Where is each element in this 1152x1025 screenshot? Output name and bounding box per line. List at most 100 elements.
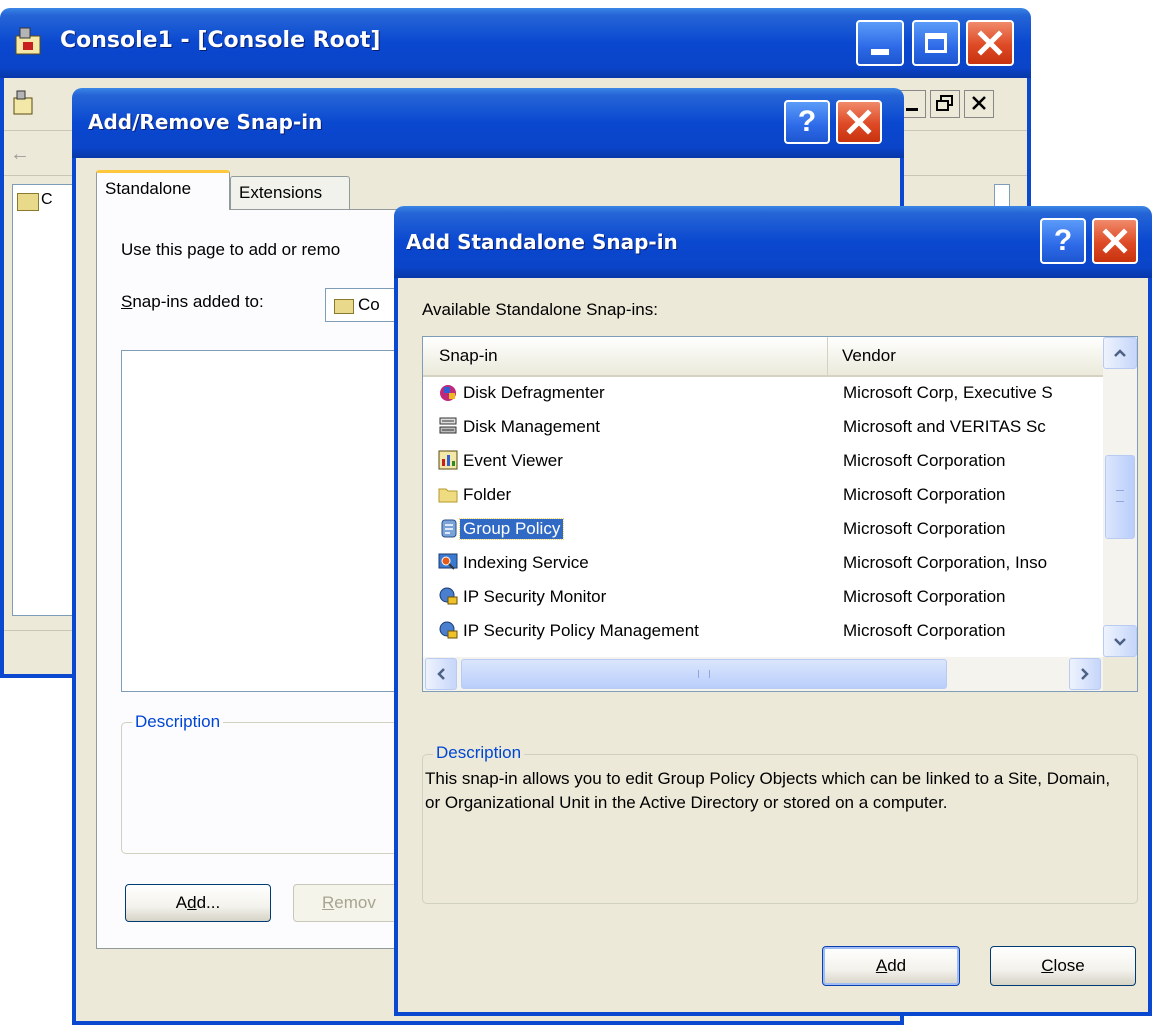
standalone-close-button[interactable]: Close	[990, 946, 1136, 986]
standalone-add-label: Add	[875, 956, 907, 975]
column-header-vendor[interactable]: Vendor	[828, 337, 1103, 375]
snapin-list-view[interactable]: Snap-in Vendor Disk Defragmenter Microsof…	[422, 336, 1138, 692]
disk-management-icon	[437, 415, 459, 437]
added-snapins-list[interactable]	[121, 350, 421, 692]
chevron-right-icon	[1081, 668, 1089, 680]
minimize-icon	[871, 49, 889, 55]
mmc-doc-icon	[12, 90, 34, 116]
ip-security-icon	[437, 585, 459, 607]
add-remove-help-button[interactable]: ?	[784, 100, 830, 144]
scroll-right-button[interactable]	[1069, 658, 1101, 690]
list-item[interactable]: Disk Defragmenter Microsoft Corp, Executi…	[423, 377, 1083, 411]
tab-extensions-label: Extensions	[239, 183, 323, 202]
list-item[interactable]: Folder Microsoft Corporation	[423, 479, 1083, 513]
console-close-button[interactable]	[966, 20, 1014, 66]
minimize-button[interactable]	[856, 20, 904, 66]
grip-icon	[1116, 490, 1124, 502]
tab-standalone[interactable]: Standalone	[96, 170, 230, 210]
mmc-app-icon	[14, 26, 42, 56]
ip-security-policy-icon	[437, 619, 459, 641]
snapins-added-to-label: Snap-ins added to:	[121, 292, 264, 311]
snapin-rows: Disk Defragmenter Microsoft Corp, Executi…	[423, 377, 1103, 653]
snapin-vendor: Microsoft Corporation, Inso	[843, 553, 1048, 572]
snapin-name: Event Viewer	[463, 451, 563, 470]
folder-icon	[437, 483, 459, 505]
snapin-name: Disk Management	[463, 417, 601, 436]
vertical-scrollbar[interactable]	[1103, 337, 1137, 657]
tab-standalone-label: Standalone	[105, 179, 192, 198]
standalone-body: Available Standalone Snap-ins: Snap-in V…	[394, 278, 1152, 1016]
mdi-minimize-icon	[906, 108, 918, 111]
standalone-close-x-button[interactable]	[1092, 218, 1138, 264]
snapin-name: Disk Defragmenter	[463, 383, 605, 402]
snapin-vendor: Microsoft Corporation	[843, 451, 1006, 470]
add-button[interactable]: Add...	[125, 884, 271, 922]
snapin-name: IP Security Monitor	[463, 587, 607, 606]
maximize-button[interactable]	[912, 20, 960, 66]
scroll-up-button[interactable]	[1103, 337, 1137, 369]
add-remove-description-group: Description	[121, 712, 421, 854]
list-item[interactable]: Group Policy Microsoft Corporation	[423, 513, 1083, 547]
snapin-vendor: Microsoft and VERITAS Sc	[843, 417, 1046, 436]
scroll-down-button[interactable]	[1103, 625, 1137, 657]
list-item[interactable]: IP Security Monitor Microsoft Corporation	[423, 581, 1083, 615]
event-viewer-icon	[437, 449, 459, 471]
snapin-vendor: Microsoft Corp, Executive S	[843, 383, 1053, 402]
intro-text: Use this page to add or remo	[121, 240, 341, 259]
add-remove-title-bar[interactable]: Add/Remove Snap-in ?	[72, 88, 904, 158]
mdi-restore-button[interactable]	[930, 90, 960, 118]
standalone-add-button[interactable]: Add	[822, 946, 960, 986]
mdi-close-button[interactable]	[964, 90, 994, 118]
close-icon	[977, 30, 1003, 56]
list-item[interactable]: Indexing Service Microsoft Corporation, I…	[423, 547, 1083, 581]
chevron-up-icon	[1114, 349, 1126, 357]
column-header-snapin[interactable]: Snap-in	[423, 337, 828, 375]
tab-extensions[interactable]: Extensions	[230, 176, 350, 210]
snapin-vendor: Microsoft Corporation	[843, 485, 1006, 504]
scroll-left-button[interactable]	[425, 658, 457, 690]
group-policy-icon	[437, 517, 459, 539]
console-root-folder-icon	[17, 193, 39, 211]
standalone-help-button[interactable]: ?	[1040, 218, 1086, 264]
scroll-corner	[1103, 657, 1137, 691]
tree-item-console-root[interactable]: C	[41, 191, 53, 209]
help-icon: ?	[1053, 224, 1073, 257]
snapins-added-to-value: Co	[358, 295, 380, 314]
horizontal-scrollbar[interactable]	[423, 657, 1103, 691]
add-remove-close-button[interactable]	[836, 100, 882, 144]
available-snapins-label: Available Standalone Snap-ins:	[422, 300, 658, 319]
indexing-service-icon	[437, 551, 459, 573]
horizontal-scroll-thumb[interactable]	[461, 659, 947, 689]
list-item[interactable]: Event Viewer Microsoft Corporation	[423, 445, 1083, 479]
restore-icon	[936, 95, 953, 111]
vertical-scroll-thumb[interactable]	[1105, 455, 1135, 539]
snapin-name: Indexing Service	[463, 553, 589, 572]
close-icon	[1102, 228, 1128, 254]
close-icon	[846, 109, 872, 135]
back-arrow-icon[interactable]: ←	[10, 143, 30, 166]
maximize-icon	[925, 33, 947, 53]
snapin-name: Folder	[463, 485, 512, 504]
standalone-description-group: Description This snap-in allows you to e…	[422, 743, 1138, 904]
list-item[interactable]: IP Security Policy Management Microsoft C…	[423, 615, 1083, 649]
standalone-title: Add Standalone Snap-in	[406, 230, 678, 254]
help-icon: ?	[797, 105, 817, 138]
console-title: Console1 - [Console Root]	[60, 28, 381, 53]
snapin-vendor: Microsoft Corporation	[843, 587, 1006, 606]
list-item[interactable]: Disk Management Microsoft and VERITAS Sc	[423, 411, 1083, 445]
add-remove-description-label: Description	[132, 712, 224, 732]
mdi-close-icon	[972, 96, 986, 110]
chevron-left-icon	[437, 668, 445, 680]
defrag-icon	[437, 381, 459, 403]
list-item[interactable]: Link to Web AddressMicrosoft Corporation	[423, 649, 1083, 653]
remove-button-label: Remov	[322, 893, 376, 912]
standalone-description-text: This snap-in allows you to edit Group Po…	[425, 769, 1111, 812]
snapin-name: IP Security Policy Management	[463, 621, 699, 640]
standalone-title-bar[interactable]: Add Standalone Snap-in ?	[394, 206, 1152, 278]
standalone-description-label: Description	[433, 743, 525, 763]
console-title-bar[interactable]: Console1 - [Console Root]	[0, 8, 1031, 78]
snapin-name: Group Policy	[458, 518, 565, 540]
snapin-vendor: Microsoft Corporation	[843, 519, 1006, 538]
list-header: Snap-in Vendor	[423, 337, 1103, 377]
standalone-close-label: Close	[1041, 956, 1085, 975]
